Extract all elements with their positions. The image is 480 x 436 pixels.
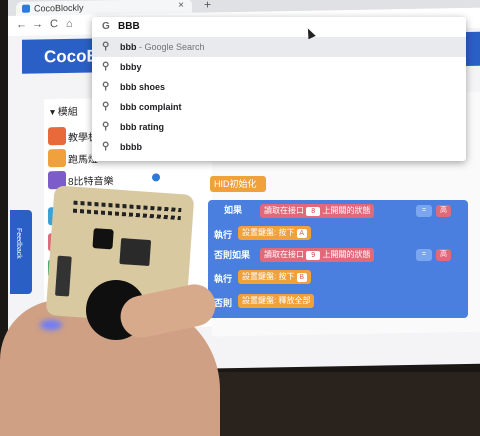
key-dropdown[interactable]: B [296,273,307,282]
search-icon: ⚲ [102,121,110,132]
value-high[interactable]: 高 [436,249,451,261]
palette-header[interactable]: ▾ 模組 [50,103,78,118]
compare-dropdown[interactable]: = [416,205,432,217]
address-input-value[interactable]: BBB [118,21,140,32]
suggestion-text: bbby [120,62,142,72]
suggestion-item[interactable]: ⚲ bbb - Google Search [92,37,466,57]
suggestion-text: bbbb [120,142,142,152]
search-icon: ⚲ [102,41,110,52]
feedback-tab[interactable]: Feedback [10,210,32,294]
if-else-block[interactable]: 如果 讀取在接口 8 上開關的狀態 = 高 執行 設置鍵盤: 按下 A 否則如果… [208,200,468,318]
key-dropdown[interactable]: A [296,229,307,238]
key-press-block[interactable]: 設置鍵盤: 按下 B [238,270,311,284]
hid-init-block[interactable]: HID初始化 [210,176,266,192]
category-icon-module[interactable] [48,126,66,146]
address-bar[interactable]: G BBB [92,17,466,37]
search-icon: ⚲ [102,101,110,112]
chip [119,238,152,267]
suggestion-item[interactable]: ⚲ bbb shoes [92,77,466,97]
suggestion-hint: - Google Search [136,42,205,52]
back-arrow-icon[interactable]: ← [16,19,27,31]
joystick [92,228,114,250]
else-if-keyword: 否則如果 [214,250,251,260]
suggestion-text: bbb shoes [120,82,166,92]
search-icon: ⚲ [102,61,110,72]
read-port-block[interactable]: 讀取在接口 8 上開關的狀態 [260,204,375,218]
close-icon[interactable]: × [178,0,184,11]
value-high[interactable]: 高 [436,205,451,217]
read-port-label: 讀取在接口 [264,206,304,215]
palette-item-8bit-music[interactable]: 8比特音樂 [68,172,160,188]
key-press-label: 設置鍵盤: 按下 [242,272,295,281]
search-icon: ⚲ [102,141,110,152]
badge-icon [152,173,160,182]
photo-scene: CocoBlockly × + ← → C ⌂ CocoBl ▾ 模組 教學板 … [0,0,480,436]
reload-icon[interactable]: C [50,18,58,30]
switch-state-label: 上開關的狀態 [322,206,371,215]
read-port-block[interactable]: 讀取在接口 9 上開關的狀態 [260,248,375,262]
new-tab-icon[interactable]: + [204,0,211,12]
compare-dropdown[interactable]: = [416,249,432,261]
pin-dropdown[interactable]: 9 [306,251,321,260]
key-press-label: 設置鍵盤: 按下 [242,228,295,237]
release-all-block[interactable]: 設置鍵盤: 釋放全部 [238,294,315,308]
do-keyword: 執行 [214,274,233,284]
key-press-block[interactable]: 設置鍵盤: 按下 A [238,226,311,240]
home-icon[interactable]: ⌂ [66,18,73,30]
suggestion-text: bbb rating [120,122,164,132]
switch-state-label: 上開關的狀態 [322,250,371,259]
search-icon: ⚲ [102,81,110,92]
read-port-label: 讀取在接口 [264,250,304,259]
forward-arrow-icon[interactable]: → [32,18,43,30]
else-keyword: 否則 [214,298,233,308]
connector [55,255,72,297]
suggestion-text: bbb [120,42,137,52]
if-keyword: 如果 [224,205,243,215]
suggestion-item[interactable]: ⚲ bbbb [92,137,466,157]
suggestion-item[interactable]: ⚲ bbb rating [92,117,466,137]
suggestion-text: bbb complaint [120,102,182,112]
tab-title: CocoBlockly [34,2,84,14]
favicon-icon [22,4,30,13]
do-keyword: 執行 [214,230,233,240]
suggestion-item[interactable]: ⚲ bbby [92,57,466,77]
pin-dropdown[interactable]: 8 [306,207,321,216]
suggestion-item[interactable]: ⚲ bbb complaint [92,97,466,117]
search-engine-icon: G [102,21,110,32]
category-icon-led[interactable] [48,148,66,168]
omnibox-dropdown: G BBB ⚲ bbb - Google Search ⚲ bbby ⚲ bbb… [92,17,466,161]
feedback-label: Feedback [15,228,22,259]
led-glow [40,320,62,330]
